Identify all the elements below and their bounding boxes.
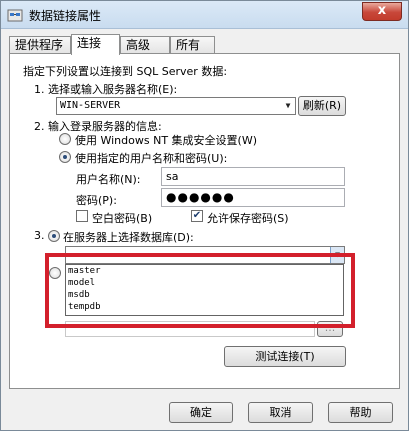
radio-user-password[interactable] bbox=[59, 151, 71, 163]
chevron-down-icon[interactable]: ▼ bbox=[330, 247, 344, 263]
username-label: 用户名称(N): bbox=[76, 173, 141, 186]
radio-select-database[interactable] bbox=[48, 230, 60, 242]
server-name-combo[interactable]: WIN-SERVER ▼ bbox=[56, 97, 296, 115]
radio-select-database-label: 在服务器上选择数据库(D): bbox=[63, 231, 194, 244]
help-button[interactable]: 帮助 bbox=[328, 402, 393, 423]
window-title: 数据链接属性 bbox=[29, 9, 102, 23]
blank-password-label: 空白密码(B) bbox=[92, 212, 153, 225]
tab-all[interactable]: 所有 bbox=[170, 36, 215, 54]
database-option-master[interactable]: master bbox=[66, 265, 343, 277]
radio-nt-security[interactable] bbox=[59, 133, 71, 145]
database-option-model[interactable]: model bbox=[66, 277, 343, 289]
allow-save-password-checkbox[interactable]: ✔ bbox=[191, 210, 203, 222]
blank-password-checkbox[interactable] bbox=[76, 210, 88, 222]
close-button[interactable]: x bbox=[362, 2, 402, 21]
database-dropdown-list: master model msdb tempdb bbox=[65, 264, 344, 316]
data-link-icon bbox=[7, 9, 23, 22]
database-file-field[interactable] bbox=[65, 321, 315, 337]
step1-label: 1. 选择或输入服务器名称(E): bbox=[34, 83, 178, 96]
chevron-down-icon[interactable]: ▼ bbox=[281, 98, 295, 114]
radio-attach-database[interactable] bbox=[49, 267, 61, 279]
radio-user-password-label: 使用指定的用户名称和密码(U): bbox=[75, 152, 228, 165]
password-label: 密码(P): bbox=[76, 194, 117, 207]
data-link-properties-window: 数据链接属性 x 提供程序 连接 高级 所有 指定下列设置以连接到 SQL Se… bbox=[0, 0, 409, 431]
cancel-button[interactable]: 取消 bbox=[248, 402, 313, 423]
test-connection-button[interactable]: 测试连接(T) bbox=[224, 346, 346, 367]
database-option-msdb[interactable]: msdb bbox=[66, 289, 343, 301]
database-combo[interactable]: ▼ bbox=[65, 246, 345, 264]
step3-number: 3. bbox=[34, 229, 45, 242]
username-field[interactable]: sa bbox=[161, 167, 345, 186]
server-name-value: WIN-SERVER bbox=[60, 100, 121, 111]
close-icon: x bbox=[377, 3, 387, 18]
tab-advanced[interactable]: 高级 bbox=[120, 36, 170, 54]
database-option-tempdb[interactable]: tempdb bbox=[66, 301, 343, 313]
ok-button[interactable]: 确定 bbox=[169, 402, 233, 423]
password-field[interactable]: ●●●●●● bbox=[161, 188, 345, 207]
allow-save-password-label: 允许保存密码(S) bbox=[207, 212, 289, 225]
refresh-button[interactable]: 刷新(R) bbox=[298, 96, 346, 116]
title-bar: 数据链接属性 x bbox=[1, 1, 408, 29]
checkmark-icon: ✔ bbox=[192, 210, 202, 221]
tab-provider[interactable]: 提供程序 bbox=[9, 36, 71, 54]
tab-connection[interactable]: 连接 bbox=[71, 34, 120, 55]
radio-nt-security-label: 使用 Windows NT 集成安全设置(W) bbox=[75, 134, 257, 147]
browse-button[interactable]: ... bbox=[317, 321, 343, 337]
intro-text: 指定下列设置以连接到 SQL Server 数据: bbox=[23, 65, 228, 78]
